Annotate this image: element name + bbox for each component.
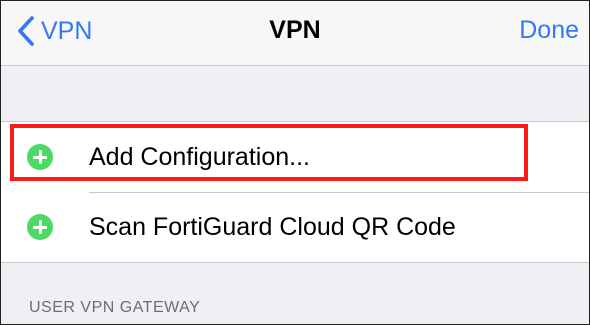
add-configuration-label: Add Configuration... [89, 142, 310, 171]
navigation-bar: VPN VPN Done [1, 1, 589, 66]
back-button-label: VPN [41, 16, 93, 45]
plus-circle-icon [27, 144, 53, 170]
scan-qr-code-label: Scan FortiGuard Cloud QR Code [89, 212, 456, 241]
back-button[interactable]: VPN [15, 11, 92, 51]
plus-circle-icon [27, 214, 53, 240]
screen: VPN VPN Done Add Configuration... Scan F… [0, 0, 590, 325]
chevron-left-icon [18, 16, 34, 46]
section-header-user-vpn-gateway: USER VPN GATEWAY [29, 299, 201, 316]
done-button[interactable]: Done [519, 16, 579, 45]
add-configuration-row[interactable]: Add Configuration... [1, 122, 589, 192]
scan-qr-code-row[interactable]: Scan FortiGuard Cloud QR Code [1, 192, 589, 262]
configuration-group: Add Configuration... Scan FortiGuard Clo… [1, 121, 589, 263]
